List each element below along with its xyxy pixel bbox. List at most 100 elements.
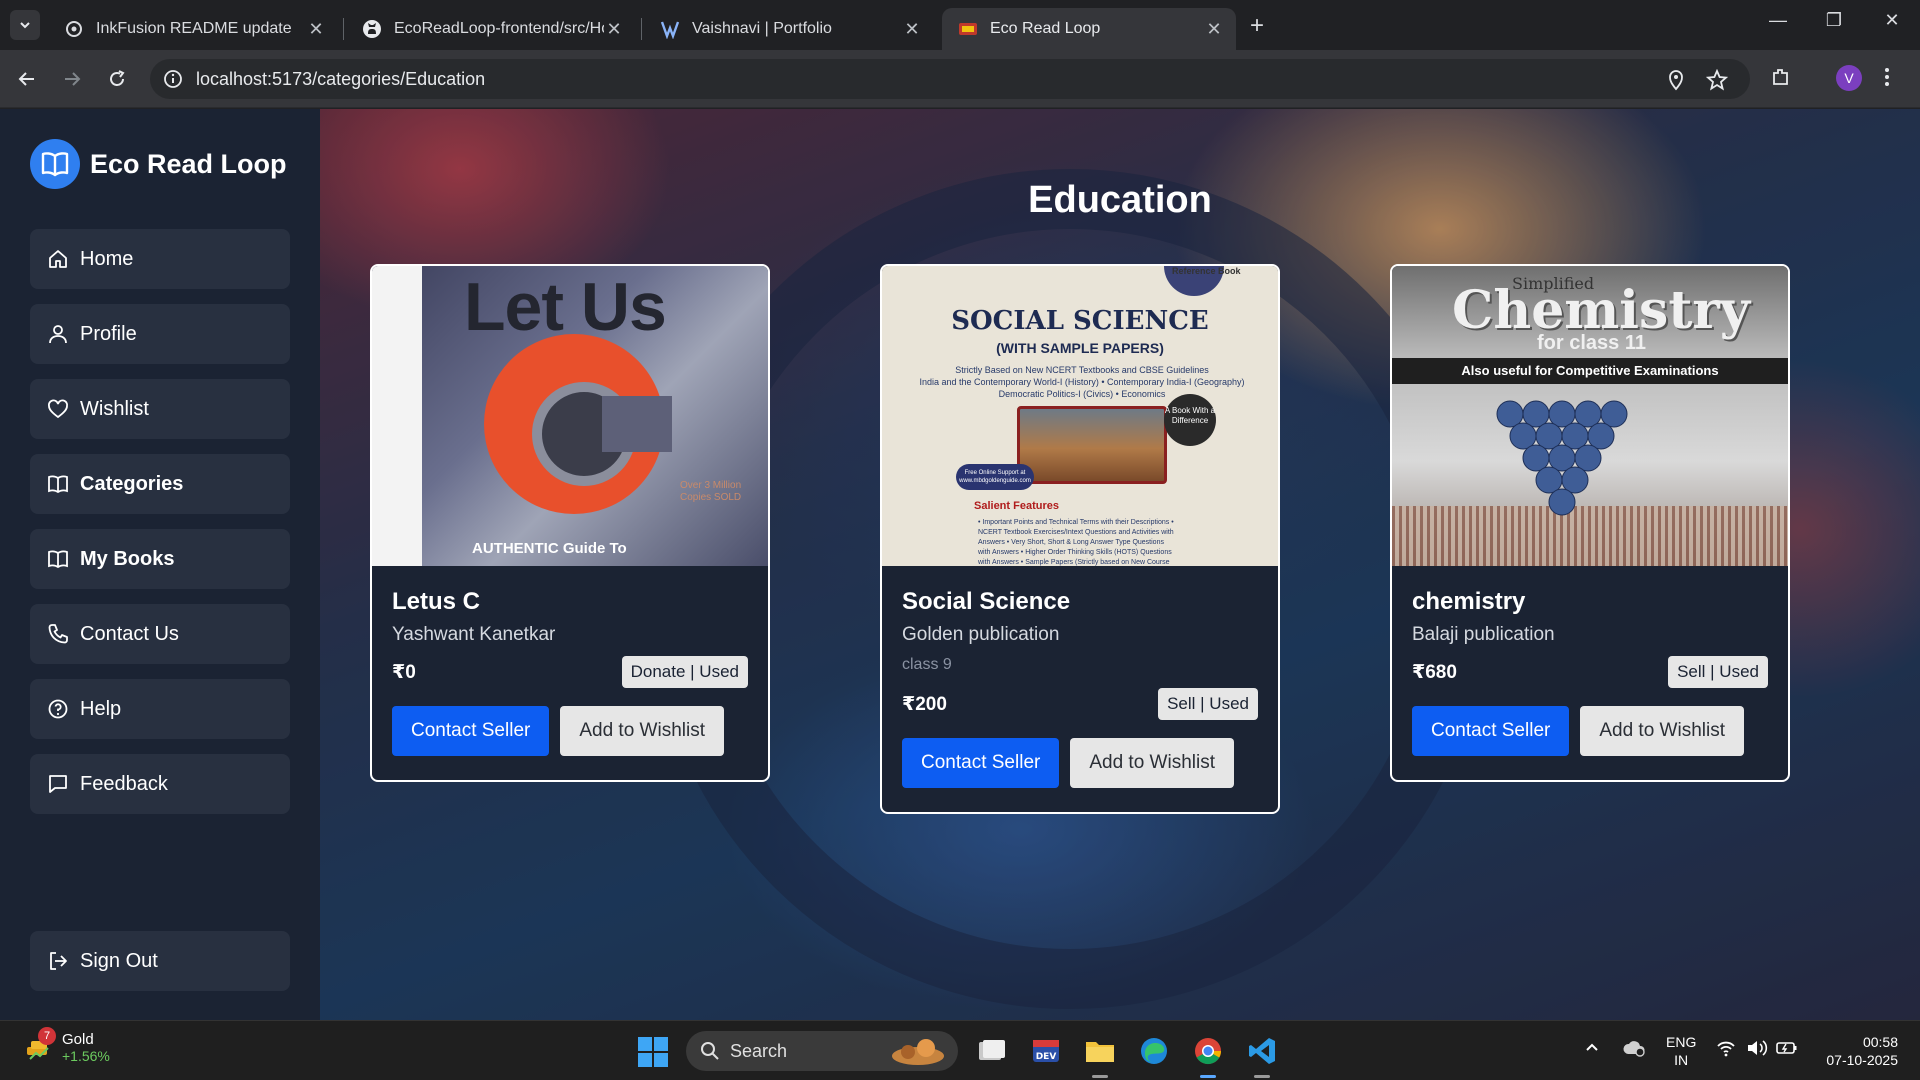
dev-app-button[interactable]: DEV [1028, 1033, 1064, 1069]
book-author: Balaji publication [1412, 624, 1555, 645]
wifi-icon[interactable] [1716, 1039, 1736, 1060]
widgets-button[interactable]: Gold +1.56% [24, 1031, 110, 1064]
search-highlight-icon [892, 1039, 944, 1065]
cover-guidelines-line: Strictly Based on New NCERT Textbooks an… [955, 365, 1209, 375]
tab-portfolio[interactable]: Vaishnavi | Portfolio ✕ [644, 8, 934, 50]
book-title: chemistry [1412, 588, 1526, 615]
chevron-up-icon[interactable] [1584, 1039, 1600, 1058]
contact-seller-button[interactable]: Contact Seller [902, 738, 1060, 788]
book-price: ₹0 [392, 661, 416, 683]
sidebar-item-feedback[interactable]: Feedback [30, 754, 290, 814]
sidebar-item-wishlist[interactable]: Wishlist [30, 379, 290, 439]
book-cover-image: Simplified Chemistry for class 11 Also u… [1392, 266, 1788, 566]
add-to-wishlist-button[interactable]: Add to Wishlist [560, 706, 724, 756]
widget-change: +1.56% [62, 1048, 110, 1064]
task-view-button[interactable] [974, 1033, 1010, 1069]
github-icon [362, 19, 382, 39]
more-vertical-icon[interactable] [1884, 66, 1890, 93]
close-icon[interactable]: ✕ [902, 19, 922, 40]
tab-eco-read-loop[interactable]: Eco Read Loop ✕ [942, 8, 1236, 50]
sidebar-item-home[interactable]: Home [30, 229, 290, 289]
weather-text: Gold +1.56% [62, 1031, 110, 1064]
battery-icon[interactable] [1776, 1039, 1798, 1060]
status-badge: Sell | Used [1158, 688, 1258, 720]
address-bar[interactable]: localhost:5173/categories/Education [150, 59, 1750, 99]
extensions-icon[interactable] [1770, 66, 1792, 93]
tab-inkfusion[interactable]: InkFusion README update ✕ [48, 8, 338, 50]
card-actions: Contact Seller Add to Wishlist [392, 706, 748, 756]
cover-picture [1017, 406, 1167, 484]
contact-seller-button[interactable]: Contact Seller [392, 706, 550, 756]
tab-search-button[interactable] [10, 10, 40, 40]
volume-icon[interactable] [1746, 1039, 1768, 1060]
tab-title: Vaishnavi | Portfolio [692, 20, 832, 37]
cover-strip [372, 266, 422, 566]
sidebar-item-label: Contact Us [80, 622, 179, 645]
close-icon[interactable]: ✕ [306, 19, 326, 40]
arrow-left-icon [18, 72, 34, 86]
forward-button[interactable] [57, 64, 87, 94]
cover-class: for class 11 [1537, 332, 1646, 354]
book-cover-image: Let Us Over 3 Million Copies SOLD AUTHEN… [372, 266, 768, 566]
book-open-icon [46, 472, 70, 496]
edge-button[interactable] [1136, 1033, 1172, 1069]
portfolio-logo-icon [660, 19, 680, 39]
cover-title: Let Us [464, 269, 667, 345]
input-language[interactable]: ENG IN [1666, 1033, 1696, 1069]
cover-seal: A Book With a Difference [1164, 394, 1216, 446]
card-actions: Contact Seller Add to Wishlist [1412, 706, 1768, 756]
bookmark-star-icon[interactable] [1705, 68, 1729, 96]
chrome-icon [1195, 1038, 1222, 1065]
phone-icon [46, 622, 70, 646]
sidebar-item-help[interactable]: Help [30, 679, 290, 739]
sidebar-item-label: Help [80, 697, 122, 720]
arrow-right-icon [65, 72, 81, 86]
add-to-wishlist-button[interactable]: Add to Wishlist [1580, 706, 1744, 756]
site-info-icon[interactable] [162, 68, 184, 95]
sign-out-button[interactable]: Sign Out [30, 931, 290, 991]
contact-seller-button[interactable]: Contact Seller [1412, 706, 1570, 756]
tab-divider [641, 18, 642, 40]
vscode-button[interactable] [1244, 1033, 1280, 1069]
browser-toolbar: localhost:5173/categories/Education V [0, 50, 1920, 108]
sidebar-item-my-books[interactable]: My Books [30, 529, 290, 589]
close-icon[interactable]: ✕ [604, 19, 624, 40]
book-open-icon [46, 547, 70, 571]
start-button[interactable] [638, 1037, 668, 1067]
url-text[interactable]: localhost:5173/categories/Education [196, 69, 485, 90]
sidebar-item-categories[interactable]: Categories [30, 454, 290, 514]
app-root: Eco Read Loop Home Profile Wishlist Cate… [0, 109, 1920, 1020]
brand[interactable]: Eco Read Loop [30, 139, 287, 189]
new-tab-button[interactable]: + [1244, 12, 1270, 40]
price-row: ₹200 Sell | Used [902, 688, 1258, 720]
sidebar-item-profile[interactable]: Profile [30, 304, 290, 364]
file-explorer-button[interactable] [1082, 1033, 1118, 1069]
folder-icon [1086, 1042, 1114, 1062]
cover-title: SOCIAL SCIENCE [951, 306, 1209, 336]
help-circle-icon [46, 697, 70, 721]
back-button[interactable] [12, 64, 42, 94]
sidebar-item-contact-us[interactable]: Contact Us [30, 604, 290, 664]
restore-button[interactable]: ❐ [1814, 10, 1854, 31]
tab-github[interactable]: EcoReadLoop-frontend/src/Hom ✕ [346, 8, 636, 50]
cover-copies: Over 3 Million Copies SOLD [680, 480, 742, 503]
add-to-wishlist-button[interactable]: Add to Wishlist [1070, 738, 1234, 788]
close-window-button[interactable]: ✕ [1872, 10, 1912, 31]
site-favicon-icon [958, 19, 978, 39]
clock-time: 00:58 [1862, 1034, 1898, 1050]
taskbar-search[interactable]: Search [686, 1031, 958, 1071]
chrome-button[interactable] [1190, 1033, 1226, 1069]
location-pin-icon[interactable] [1666, 69, 1686, 96]
profile-avatar[interactable]: V [1836, 65, 1862, 91]
cover-subtitle: Also useful for Competitive Examinations [1461, 363, 1719, 378]
vscode-icon [1249, 1038, 1275, 1064]
chevron-down-icon [20, 22, 30, 29]
reload-button[interactable] [102, 64, 132, 94]
onedrive-icon[interactable] [1622, 1039, 1646, 1060]
cover-salient: Salient Features [974, 500, 1059, 512]
close-icon[interactable]: ✕ [1204, 19, 1224, 40]
browser-tabstrip: InkFusion README update ✕ EcoReadLoop-fr… [0, 0, 1920, 50]
system-clock[interactable]: 00:58 07-10-2025 [1812, 1033, 1898, 1069]
minimize-button[interactable]: — [1758, 10, 1798, 31]
svg-text:DEV: DEV [1036, 1052, 1057, 1062]
